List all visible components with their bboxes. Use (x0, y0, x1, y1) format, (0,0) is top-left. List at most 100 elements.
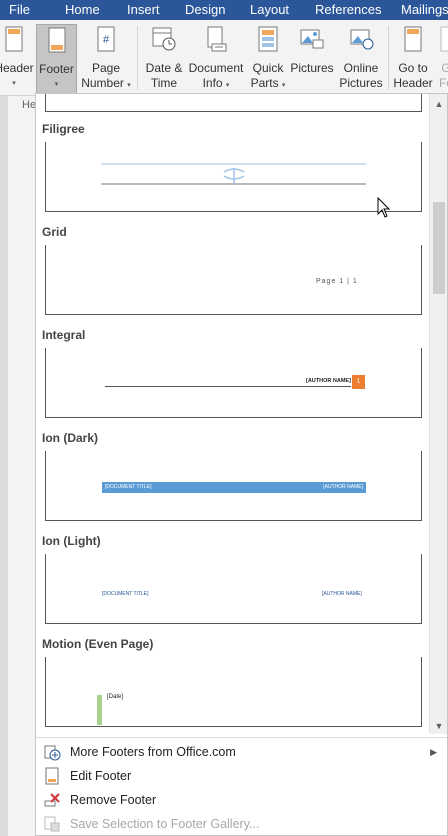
tab-layout[interactable]: Layout (250, 2, 289, 17)
footer-icon (48, 27, 65, 53)
tab-file[interactable]: File (9, 2, 30, 17)
quick-parts-button[interactable]: Quick Parts ▾ (248, 24, 288, 93)
header-icon (5, 26, 23, 52)
go-to-header-icon (404, 26, 422, 52)
date-time-label-1: Date & (145, 61, 183, 75)
chevron-down-icon: ▾ (225, 82, 230, 89)
online-pictures-icon (350, 29, 374, 50)
gallery-item-grid[interactable]: Page 1 | 1 (45, 245, 422, 315)
ion-dark-title: [DOCUMENT TITLE] (105, 484, 152, 490)
grid-page-number: Page 1 | 1 (316, 278, 358, 285)
more-footers-menu-item[interactable]: More Footers from Office.com ▶ (36, 740, 447, 764)
page-number-label-1: Page (91, 61, 121, 75)
online-pictures-label-1: Online (343, 61, 379, 75)
gallery-item-filigree[interactable] (45, 142, 422, 212)
footer-label: Footer (39, 62, 74, 76)
date-time-button[interactable]: Date & Time (143, 24, 185, 91)
page-number-label-2: Number (81, 76, 124, 90)
integral-author: [AUTHOR NAME] (306, 378, 351, 384)
scroll-up-arrow-icon[interactable]: ▲ (430, 96, 448, 112)
chevron-down-icon: ▾ (54, 81, 59, 88)
tab-insert[interactable]: Insert (127, 2, 160, 17)
section-title-filigree: Filigree (42, 122, 85, 136)
online-pictures-button[interactable]: Online Pictures (338, 24, 384, 91)
go-to-footer-button[interactable]: G Fo (436, 24, 448, 91)
gallery-item-ion-dark[interactable]: [DOCUMENT TITLE] [AUTHOR NAME] (45, 451, 422, 521)
ribbon-tab-bar: File Home Insert Design Layout Reference… (0, 0, 448, 20)
pictures-icon (300, 29, 324, 49)
chevron-down-icon: ▾ (281, 82, 286, 89)
tab-references[interactable]: References (315, 2, 381, 17)
remove-footer-label: Remove Footer (70, 793, 157, 807)
filigree-ornament (101, 163, 366, 185)
pictures-label: Pictures (290, 61, 334, 75)
motion-green-bar (97, 695, 102, 725)
section-title-ion-dark: Ion (Dark) (42, 431, 99, 445)
section-title-integral: Integral (42, 328, 86, 342)
calendar-clock-icon (152, 27, 176, 51)
pictures-button[interactable]: Pictures (289, 24, 335, 76)
footer-menu: More Footers from Office.com ▶ Edit Foot… (36, 737, 447, 836)
quick-parts-label-1: Quick (252, 61, 284, 75)
save-selection-menu-item[interactable]: Save Selection to Footer Gallery... (36, 812, 447, 836)
ion-light-title: [DOCUMENT TITLE] (102, 591, 149, 597)
go-to-footer-icon (440, 26, 448, 52)
vertical-ruler (0, 96, 8, 836)
scroll-thumb[interactable] (433, 202, 445, 294)
footer-button[interactable]: Footer ▾ (36, 24, 77, 98)
tab-mailings[interactable]: Mailings (401, 2, 448, 17)
ribbon-separator (137, 26, 138, 90)
section-title-motion-even: Motion (Even Page) (42, 637, 154, 651)
scroll-down-arrow-icon[interactable]: ▼ (430, 718, 448, 734)
gallery-scrollbar[interactable]: ▲ ▼ (429, 94, 447, 734)
ribbon-separator (388, 26, 389, 90)
section-title-grid: Grid (42, 225, 67, 239)
gallery-item-blank[interactable] (45, 94, 422, 112)
go-to-footer-label-2: Fo (438, 76, 448, 90)
save-selection-label: Save Selection to Footer Gallery... (70, 817, 260, 831)
header-label: Header (0, 61, 34, 75)
office-online-icon (44, 745, 61, 761)
date-time-label-2: Time (150, 76, 178, 90)
document-info-label-2: Info (202, 76, 223, 90)
tab-design[interactable]: Design (185, 2, 225, 17)
more-footers-label: More Footers from Office.com (70, 745, 236, 759)
mouse-pointer-icon (377, 197, 391, 218)
document-info-button[interactable]: Document Info ▾ (186, 24, 246, 93)
quick-parts-icon (258, 26, 278, 52)
chevron-down-icon: ▾ (127, 82, 131, 89)
motion-date: [Date] (107, 694, 124, 700)
ion-dark-author: [AUTHOR NAME] (323, 484, 363, 490)
chevron-down-icon: ▾ (12, 80, 16, 87)
ion-dark-bar: [DOCUMENT TITLE] [AUTHOR NAME] (102, 482, 366, 493)
footer-gallery: Filigree Grid Page 1 | 1 Integral [AUTHO… (36, 94, 431, 734)
page-number-icon: # (97, 26, 115, 52)
submenu-arrow-icon: ▶ (430, 746, 437, 757)
go-to-header-label-2: Header (393, 76, 433, 90)
svg-text:#: # (103, 34, 110, 46)
ribbon: Header ▾ Footer ▾ # Page Number ▾ Date &… (0, 20, 448, 98)
header-button[interactable]: Header ▾ (0, 24, 34, 91)
save-to-gallery-icon (44, 816, 60, 832)
gallery-item-integral[interactable]: [AUTHOR NAME] 1 (45, 348, 422, 418)
tab-home[interactable]: Home (65, 2, 100, 17)
go-to-header-label-1: Go to (398, 61, 428, 75)
gallery-item-ion-light[interactable]: [DOCUMENT TITLE] [AUTHOR NAME] (45, 554, 422, 624)
gallery-item-motion-even[interactable]: [Date] (45, 657, 422, 727)
document-info-label-1: Document (188, 61, 244, 75)
edit-footer-label: Edit Footer (70, 769, 132, 783)
quick-parts-label-2: Parts (250, 76, 279, 90)
section-title-ion-light: Ion (Light) (42, 534, 101, 548)
document-info-icon (207, 26, 227, 52)
ruler-label: He (22, 99, 37, 111)
remove-footer-icon (44, 793, 60, 807)
edit-footer-icon (45, 767, 59, 785)
go-to-footer-label-1: G (441, 61, 448, 75)
edit-footer-menu-item[interactable]: Edit Footer (36, 764, 447, 788)
integral-rule (105, 386, 351, 387)
remove-footer-menu-item[interactable]: Remove Footer (36, 788, 447, 812)
go-to-header-button[interactable]: Go to Header (392, 24, 434, 91)
integral-page-badge: 1 (352, 375, 365, 389)
ion-light-author: [AUTHOR NAME] (322, 591, 362, 597)
page-number-button[interactable]: # Page Number ▾ (80, 24, 132, 93)
